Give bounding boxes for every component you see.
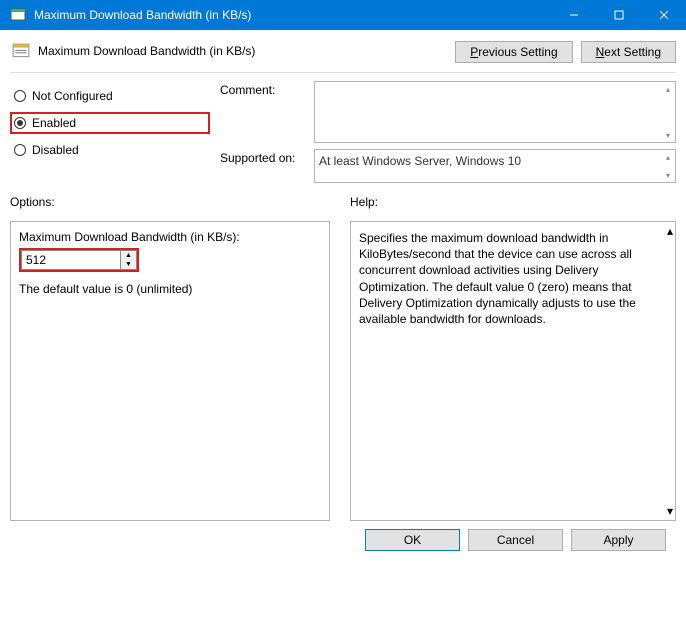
help-label: Help: — [350, 195, 676, 209]
radio-enabled[interactable]: Enabled — [14, 116, 76, 130]
window-title: Maximum Download Bandwidth (in KB/s) — [34, 8, 551, 22]
spin-down-icon[interactable]: ▼ — [121, 260, 136, 269]
option-note: The default value is 0 (unlimited) — [19, 282, 321, 296]
spin-up-icon[interactable]: ▲ — [121, 251, 136, 260]
supported-label: Supported on: — [220, 149, 302, 165]
help-panel: Specifies the maximum download bandwidth… — [350, 221, 676, 521]
ok-button[interactable]: OK — [365, 529, 460, 551]
supported-box: At least Windows Server, Windows 10 ▴ ▾ — [314, 149, 676, 183]
scroll-down-icon[interactable]: ▾ — [662, 129, 674, 141]
scroll-down-icon[interactable]: ▾ — [662, 169, 674, 181]
app-icon — [8, 5, 28, 25]
scroll-up-icon[interactable]: ▴ — [667, 224, 673, 238]
radio-label: Disabled — [32, 143, 79, 157]
scroll-down-icon[interactable]: ▾ — [667, 504, 673, 518]
scroll-up-icon[interactable]: ▴ — [662, 83, 674, 95]
bandwidth-stepper[interactable]: ▲ ▼ — [19, 248, 139, 272]
option-field-label: Maximum Download Bandwidth (in KB/s): — [19, 230, 321, 244]
supported-text: At least Windows Server, Windows 10 — [319, 154, 521, 168]
radio-icon — [14, 117, 26, 129]
bandwidth-input[interactable] — [21, 250, 121, 270]
apply-button[interactable]: Apply — [571, 529, 666, 551]
comment-label: Comment: — [220, 81, 302, 97]
scroll-up-icon[interactable]: ▴ — [662, 151, 674, 163]
radio-icon — [14, 90, 26, 102]
help-text: Specifies the maximum download bandwidth… — [359, 230, 667, 327]
radio-label: Enabled — [32, 116, 76, 130]
previous-setting-button[interactable]: Previous Setting — [455, 41, 572, 63]
highlight-enabled: Enabled — [10, 112, 210, 134]
radio-icon — [14, 144, 26, 156]
next-setting-button[interactable]: Next Setting — [581, 41, 676, 63]
titlebar: Maximum Download Bandwidth (in KB/s) — [0, 0, 686, 30]
maximize-button[interactable] — [596, 0, 641, 30]
page-title: Maximum Download Bandwidth (in KB/s) — [38, 44, 255, 58]
cancel-button[interactable]: Cancel — [468, 529, 563, 551]
options-panel: Maximum Download Bandwidth (in KB/s): ▲ … — [10, 221, 330, 521]
radio-not-configured[interactable]: Not Configured — [10, 87, 220, 105]
comment-textarea[interactable]: ▴ ▾ — [314, 81, 676, 143]
radio-label: Not Configured — [32, 89, 113, 103]
policy-icon — [12, 42, 30, 60]
close-button[interactable] — [641, 0, 686, 30]
radio-disabled[interactable]: Disabled — [10, 141, 220, 159]
minimize-button[interactable] — [551, 0, 596, 30]
options-label: Options: — [10, 195, 330, 209]
